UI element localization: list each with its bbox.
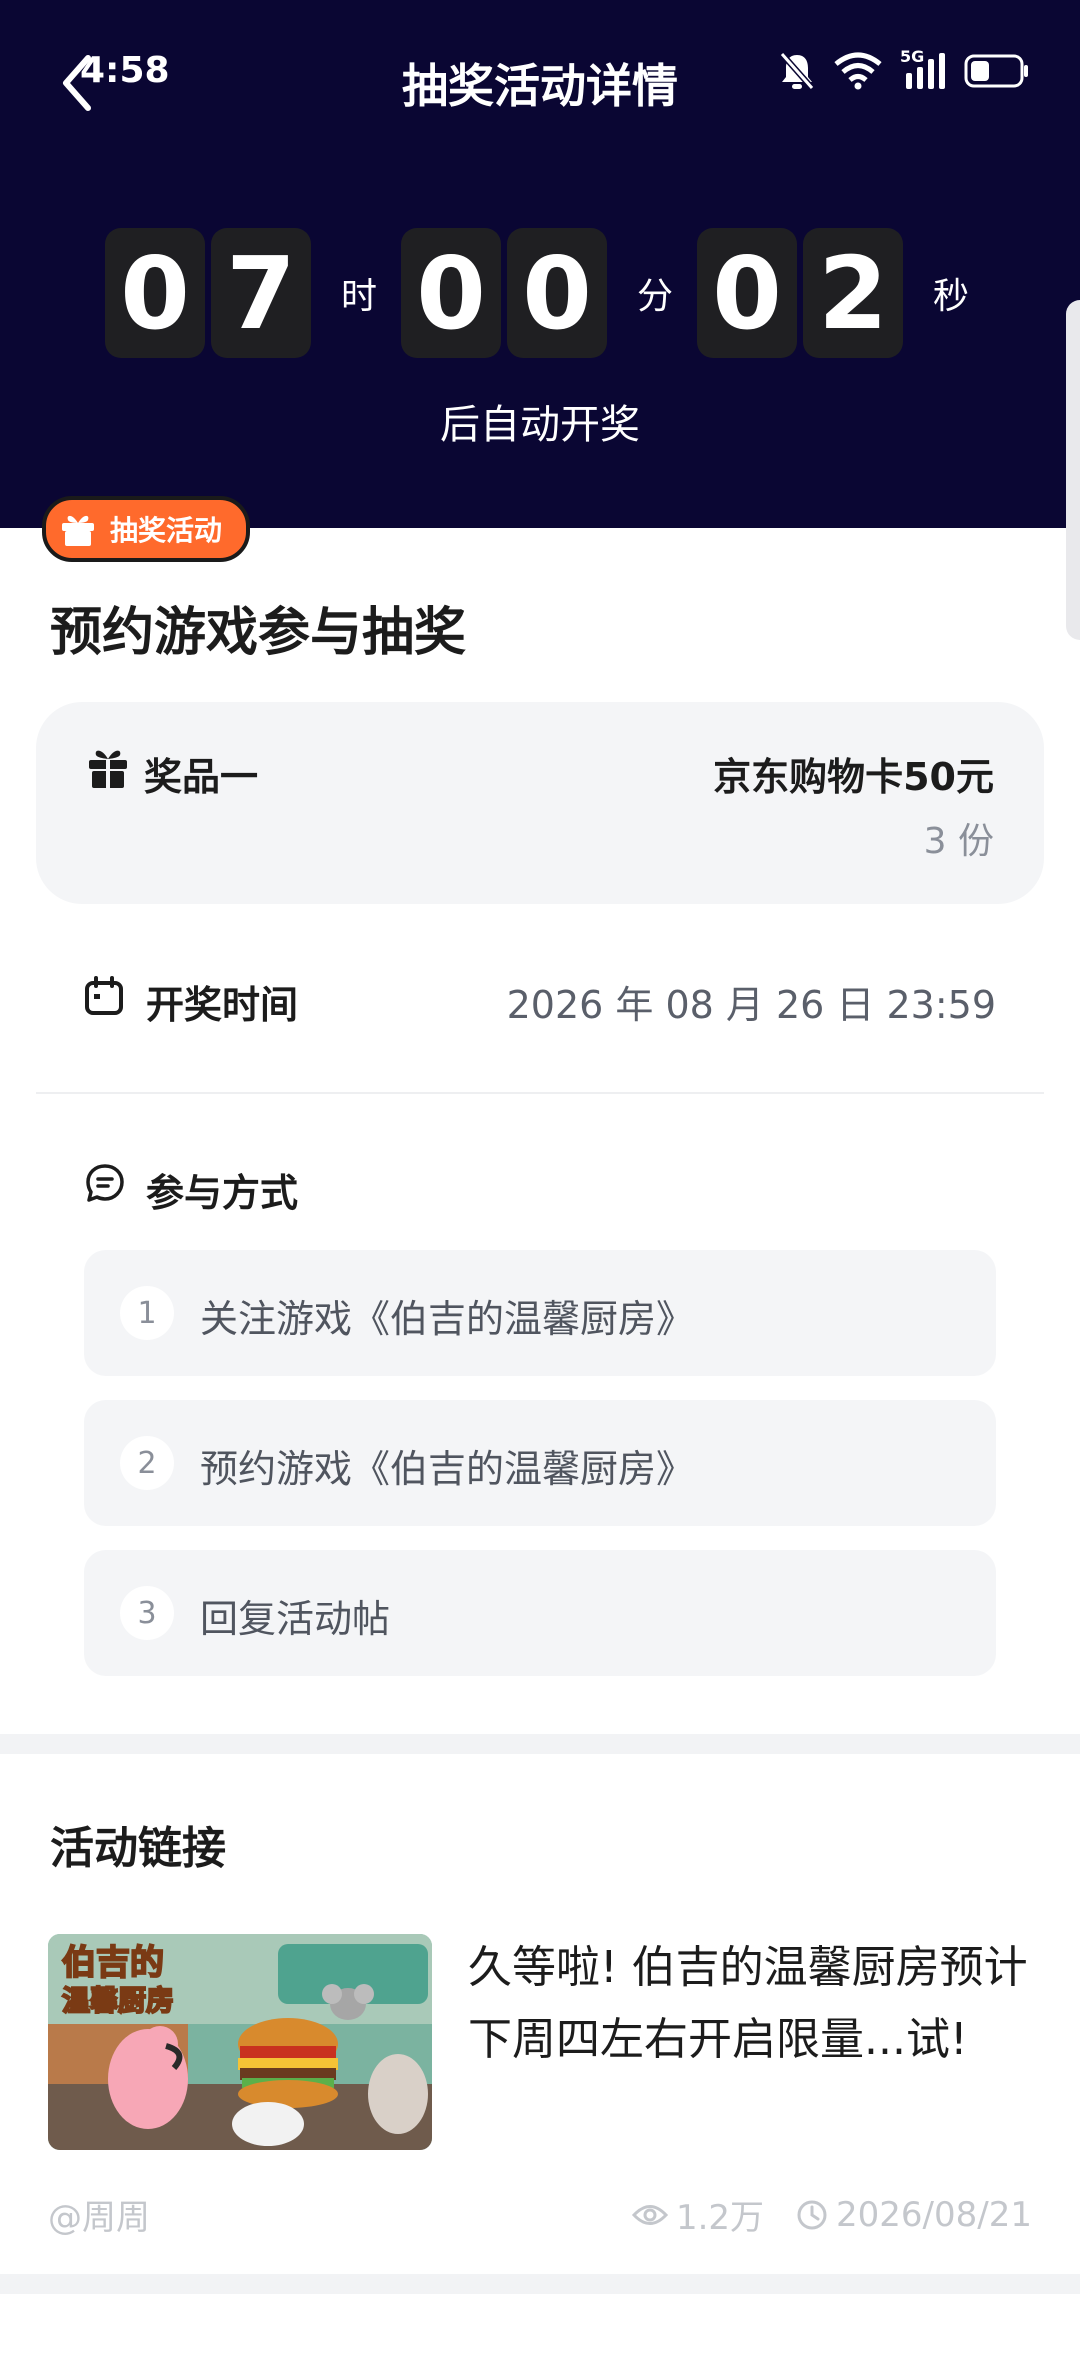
- game-artwork-image: 伯吉的 温馨厨房: [48, 1934, 432, 2150]
- hours-digit-1: 0: [105, 228, 205, 358]
- post-date: 2026/08/21: [836, 2194, 1032, 2235]
- cellular-signal: 5G: [900, 47, 946, 91]
- links-section-title: 活动链接: [50, 1823, 226, 1874]
- eye-icon: [631, 2204, 668, 2225]
- countdown-caption: 后自动开奖: [440, 402, 640, 448]
- clock-icon: [797, 2200, 827, 2229]
- prize-label: 奖品一: [144, 755, 259, 799]
- chat-bubble-icon: [86, 1164, 124, 1202]
- thumb-title-line1: 伯吉的: [62, 1943, 164, 1983]
- step-item[interactable]: 2 预约游戏《伯吉的温馨厨房》: [84, 1400, 996, 1526]
- link-title[interactable]: 久等啦! 伯吉的温馨厨房预计下周四左右开启限量...试!: [468, 1932, 1038, 2076]
- battery-icon: [964, 54, 1028, 88]
- activity-badge: 抽奖活动: [42, 496, 251, 562]
- prize-name: 京东购物卡50元: [713, 755, 994, 799]
- activity-title: 预约游戏参与抽奖: [50, 603, 467, 663]
- date-meta: 2026/08/21: [796, 2195, 1032, 2235]
- minutes-digit-1: 0: [401, 228, 501, 358]
- step-number: 1: [120, 1286, 174, 1340]
- draw-time-label: 开奖时间: [146, 983, 299, 1027]
- step-text: 关注游戏《伯吉的温馨厨房》: [200, 1297, 695, 1341]
- seconds-digit-1: 0: [697, 228, 797, 358]
- mute-bell-icon: [779, 52, 815, 90]
- prize-count: 3 份: [923, 821, 994, 862]
- section-separator: [0, 1734, 1080, 1754]
- signal-bars-icon: [906, 53, 945, 89]
- calendar-icon: [85, 976, 123, 1015]
- minutes-unit: 分: [636, 276, 673, 317]
- header: 4:58 抽奖活动详情 5G 0 7 时 0 0 分 0 2 秒 后自动开奖: [0, 0, 1080, 528]
- scroll-handle[interactable]: [1066, 300, 1080, 640]
- seconds-digit-2: 2: [803, 228, 903, 358]
- step-text: 预约游戏《伯吉的温馨厨房》: [200, 1447, 695, 1491]
- divider: [36, 1092, 1044, 1094]
- link-meta: 1.2万 2026/08/21: [600, 2190, 1032, 2239]
- seconds-unit: 秒: [932, 276, 969, 317]
- participation-label: 参与方式: [146, 1171, 299, 1215]
- views-meta: 1.2万: [631, 2190, 765, 2239]
- draw-time-row: 开奖时间 2026 年 08 月 26 日 23:59: [84, 970, 996, 1030]
- thumb-title-line2: 温馨厨房: [62, 1984, 174, 2017]
- wifi-icon: [834, 52, 882, 90]
- draw-time-value: 2026 年 08 月 26 日 23:59: [506, 983, 996, 1027]
- step-number: 3: [120, 1586, 174, 1640]
- hours-digit-2: 7: [211, 228, 311, 358]
- step-text: 回复活动帖: [200, 1597, 391, 1641]
- page: 4:58 抽奖活动详情 5G 0 7 时 0 0 分 0 2 秒 后自动开奖 抽…: [0, 0, 1080, 2373]
- prize-card: 奖品一 京东购物卡50元 3 份: [36, 702, 1044, 904]
- link-thumbnail[interactable]: 伯吉的 温馨厨房: [48, 1934, 432, 2150]
- gift-icon: [89, 750, 127, 788]
- status-icons: 5G: [778, 47, 1030, 94]
- section-separator: [0, 2274, 1080, 2294]
- gift-icon: [62, 515, 94, 546]
- step-item[interactable]: 3 回复活动帖: [84, 1550, 996, 1676]
- minutes-digit-2: 0: [507, 228, 607, 358]
- hours-unit: 时: [340, 276, 377, 317]
- views-count: 1.2万: [675, 2198, 765, 2238]
- badge-label: 抽奖活动: [110, 514, 223, 547]
- step-item[interactable]: 1 关注游戏《伯吉的温馨厨房》: [84, 1250, 996, 1376]
- countdown-timer: 0 7 时 0 0 分 0 2 秒: [105, 228, 993, 358]
- link-author[interactable]: @周周: [48, 2190, 150, 2239]
- participation-steps: 1 关注游戏《伯吉的温馨厨房》 2 预约游戏《伯吉的温馨厨房》 3 回复活动帖: [84, 1250, 996, 1700]
- step-number: 2: [120, 1436, 174, 1490]
